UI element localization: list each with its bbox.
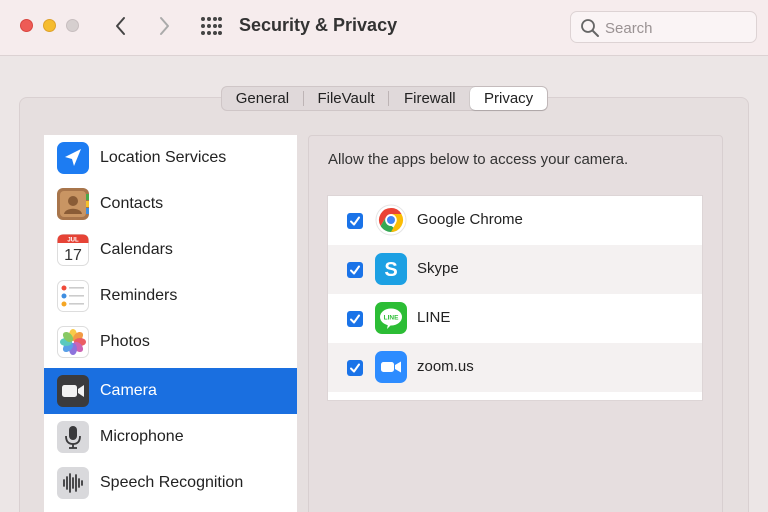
- search-input[interactable]: [605, 17, 750, 39]
- line-icon-text: LINE: [384, 315, 399, 322]
- microphone-icon: [57, 421, 89, 453]
- sidebar-item-label: Location Services: [100, 149, 227, 166]
- privacy-category-list: Location Services Contacts JUL 17 Calend…: [44, 135, 297, 512]
- sidebar-item-photos[interactable]: Photos: [44, 319, 297, 365]
- sidebar-item-speech-recognition[interactable]: Speech Recognition: [44, 460, 297, 506]
- checkmark-icon: [350, 363, 360, 373]
- close-window-button[interactable]: [20, 19, 33, 32]
- line-icon: LINE: [375, 302, 407, 334]
- window-title: Security & Privacy: [239, 15, 398, 35]
- app-row-google-chrome: Google Chrome: [328, 196, 702, 245]
- checkmark-icon: [350, 216, 360, 226]
- forward-button[interactable]: [152, 13, 176, 39]
- photos-flower-icon: [57, 326, 89, 358]
- app-label: zoom.us: [417, 358, 474, 375]
- app-label: Skype: [417, 260, 459, 277]
- checkmark-icon: [350, 265, 360, 275]
- calendar-icon: JUL 17: [57, 234, 89, 266]
- speech-waveform-icon: [57, 467, 89, 499]
- back-button[interactable]: [109, 13, 133, 39]
- skype-icon: S: [375, 253, 407, 285]
- search-field[interactable]: [570, 11, 757, 43]
- chevron-left-icon: [116, 17, 125, 35]
- skype-checkbox[interactable]: [347, 262, 363, 278]
- zoom-icon: [375, 351, 407, 383]
- sidebar-item-label: Reminders: [100, 287, 178, 304]
- sidebar-item-calendars[interactable]: JUL 17 Calendars: [44, 227, 297, 273]
- checkmark-icon: [350, 314, 360, 324]
- contacts-book-icon: [57, 188, 89, 220]
- sidebar-item-microphone[interactable]: Microphone: [44, 414, 297, 460]
- app-label: LINE: [417, 309, 451, 326]
- zoom-checkbox[interactable]: [347, 360, 363, 376]
- tab-bar: General FileVault Firewall Privacy: [221, 86, 548, 111]
- tab-privacy[interactable]: Privacy: [470, 87, 547, 110]
- camera-access-heading: Allow the apps below to access your came…: [328, 151, 629, 168]
- sidebar-item-label: Calendars: [100, 241, 173, 258]
- title-bar: Security & Privacy: [0, 0, 768, 56]
- tab-filevault[interactable]: FileVault: [304, 87, 389, 110]
- app-row-line: LINE LINE: [328, 294, 702, 343]
- search-icon: [581, 19, 599, 37]
- google-chrome-checkbox[interactable]: [347, 213, 363, 229]
- sidebar-item-reminders[interactable]: Reminders: [44, 273, 297, 319]
- minimize-window-button[interactable]: [43, 19, 56, 32]
- sidebar-item-label: Photos: [100, 333, 150, 350]
- calendar-day: 17: [64, 247, 82, 264]
- sidebar-item-label: Contacts: [100, 195, 164, 212]
- grid-icon: [201, 17, 222, 35]
- chevron-right-icon: [160, 17, 169, 35]
- calendar-month: JUL: [67, 238, 79, 244]
- app-label: Google Chrome: [417, 211, 523, 228]
- zoom-window-button[interactable]: [66, 19, 79, 32]
- app-row-zoom: zoom.us: [328, 343, 702, 392]
- tab-general[interactable]: General: [222, 87, 303, 110]
- reminders-list-icon: [57, 280, 89, 312]
- chrome-icon: [375, 204, 407, 236]
- camera-icon: [57, 375, 89, 407]
- tab-firewall[interactable]: Firewall: [389, 87, 470, 110]
- app-row-skype: S Skype: [328, 245, 702, 294]
- sidebar-item-label: Camera: [100, 382, 157, 399]
- sidebar-item-label: Speech Recognition: [100, 474, 244, 491]
- sidebar-item-contacts[interactable]: Contacts: [44, 181, 297, 227]
- sidebar-item-camera[interactable]: Camera: [44, 368, 297, 414]
- sidebar-item-label: Microphone: [100, 428, 184, 445]
- line-checkbox[interactable]: [347, 311, 363, 327]
- camera-app-list: Google Chrome S Skype LINE LINE zoom.us: [327, 195, 703, 401]
- sidebar-item-location-services[interactable]: Location Services: [44, 135, 297, 181]
- location-arrow-icon: [57, 142, 89, 174]
- show-all-button[interactable]: [200, 16, 222, 36]
- svg-text:S: S: [384, 259, 397, 281]
